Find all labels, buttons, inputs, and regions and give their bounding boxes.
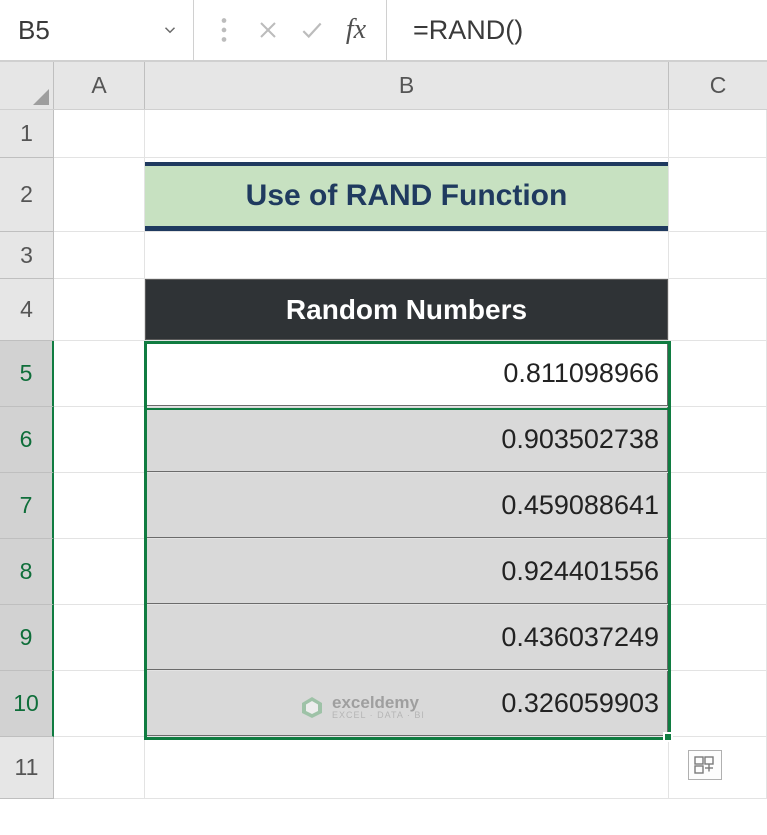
select-all-corner[interactable] xyxy=(0,62,54,109)
watermark-tagline: EXCEL · DATA · BI xyxy=(332,711,425,720)
watermark: exceldemy EXCEL · DATA · BI xyxy=(300,694,425,720)
fx-icon[interactable]: fx xyxy=(336,10,376,50)
row-header-2[interactable]: 2 xyxy=(0,158,54,232)
chevron-down-icon[interactable] xyxy=(161,15,179,46)
formula-input[interactable] xyxy=(387,0,767,60)
row-header-10[interactable]: 10 xyxy=(0,671,54,737)
table-row xyxy=(54,232,767,279)
row-header-8[interactable]: 8 xyxy=(0,539,54,605)
row-header-6[interactable]: 6 xyxy=(0,407,54,473)
table-row xyxy=(54,737,767,799)
row-header-9[interactable]: 9 xyxy=(0,605,54,671)
row-headers: 1 2 3 4 5 6 7 8 9 10 11 xyxy=(0,110,54,799)
row-header-11[interactable]: 11 xyxy=(0,737,54,799)
data-cell[interactable]: 0.811098966 xyxy=(145,341,668,406)
table-row xyxy=(54,110,767,158)
table-column-header: Random Numbers xyxy=(145,279,668,340)
row-header-7[interactable]: 7 xyxy=(0,473,54,539)
enter-check-icon[interactable] xyxy=(292,10,332,50)
data-cell[interactable]: 0.903502738 xyxy=(145,407,668,472)
table-row: Random Numbers xyxy=(54,279,767,341)
row-header-1[interactable]: 1 xyxy=(0,110,54,158)
watermark-brand: exceldemy xyxy=(332,694,425,711)
table-row: 0.924401556 xyxy=(54,539,767,605)
dots-icon xyxy=(204,10,244,50)
title-banner: Use of RAND Function xyxy=(145,162,668,231)
col-header-B[interactable]: B xyxy=(145,62,669,109)
cancel-icon[interactable] xyxy=(248,10,288,50)
row-header-4[interactable]: 4 xyxy=(0,279,54,341)
quick-analysis-icon xyxy=(694,756,716,774)
table-row: Use of RAND Function xyxy=(54,158,767,232)
watermark-logo-icon xyxy=(300,695,324,719)
table-row: 0.903502738 xyxy=(54,407,767,473)
col-header-A[interactable]: A xyxy=(54,62,145,109)
name-box-value: B5 xyxy=(18,15,50,46)
data-cell[interactable]: 0.924401556 xyxy=(145,539,668,604)
table-row: 0.436037249 xyxy=(54,605,767,671)
name-box[interactable]: B5 xyxy=(0,0,194,61)
table-row: 0.811098966 xyxy=(54,341,767,407)
formula-bar: B5 fx xyxy=(0,0,767,62)
data-cell[interactable]: 0.436037249 xyxy=(145,605,668,670)
table-row: 0.459088641 xyxy=(54,473,767,539)
col-header-C[interactable]: C xyxy=(669,62,767,109)
row-header-3[interactable]: 3 xyxy=(0,232,54,279)
data-cell[interactable]: 0.459088641 xyxy=(145,473,668,538)
formula-bar-buttons: fx xyxy=(194,0,387,61)
row-header-5[interactable]: 5 xyxy=(0,341,54,407)
column-headers-row: A B C xyxy=(0,62,767,110)
quick-analysis-button[interactable] xyxy=(688,750,722,780)
